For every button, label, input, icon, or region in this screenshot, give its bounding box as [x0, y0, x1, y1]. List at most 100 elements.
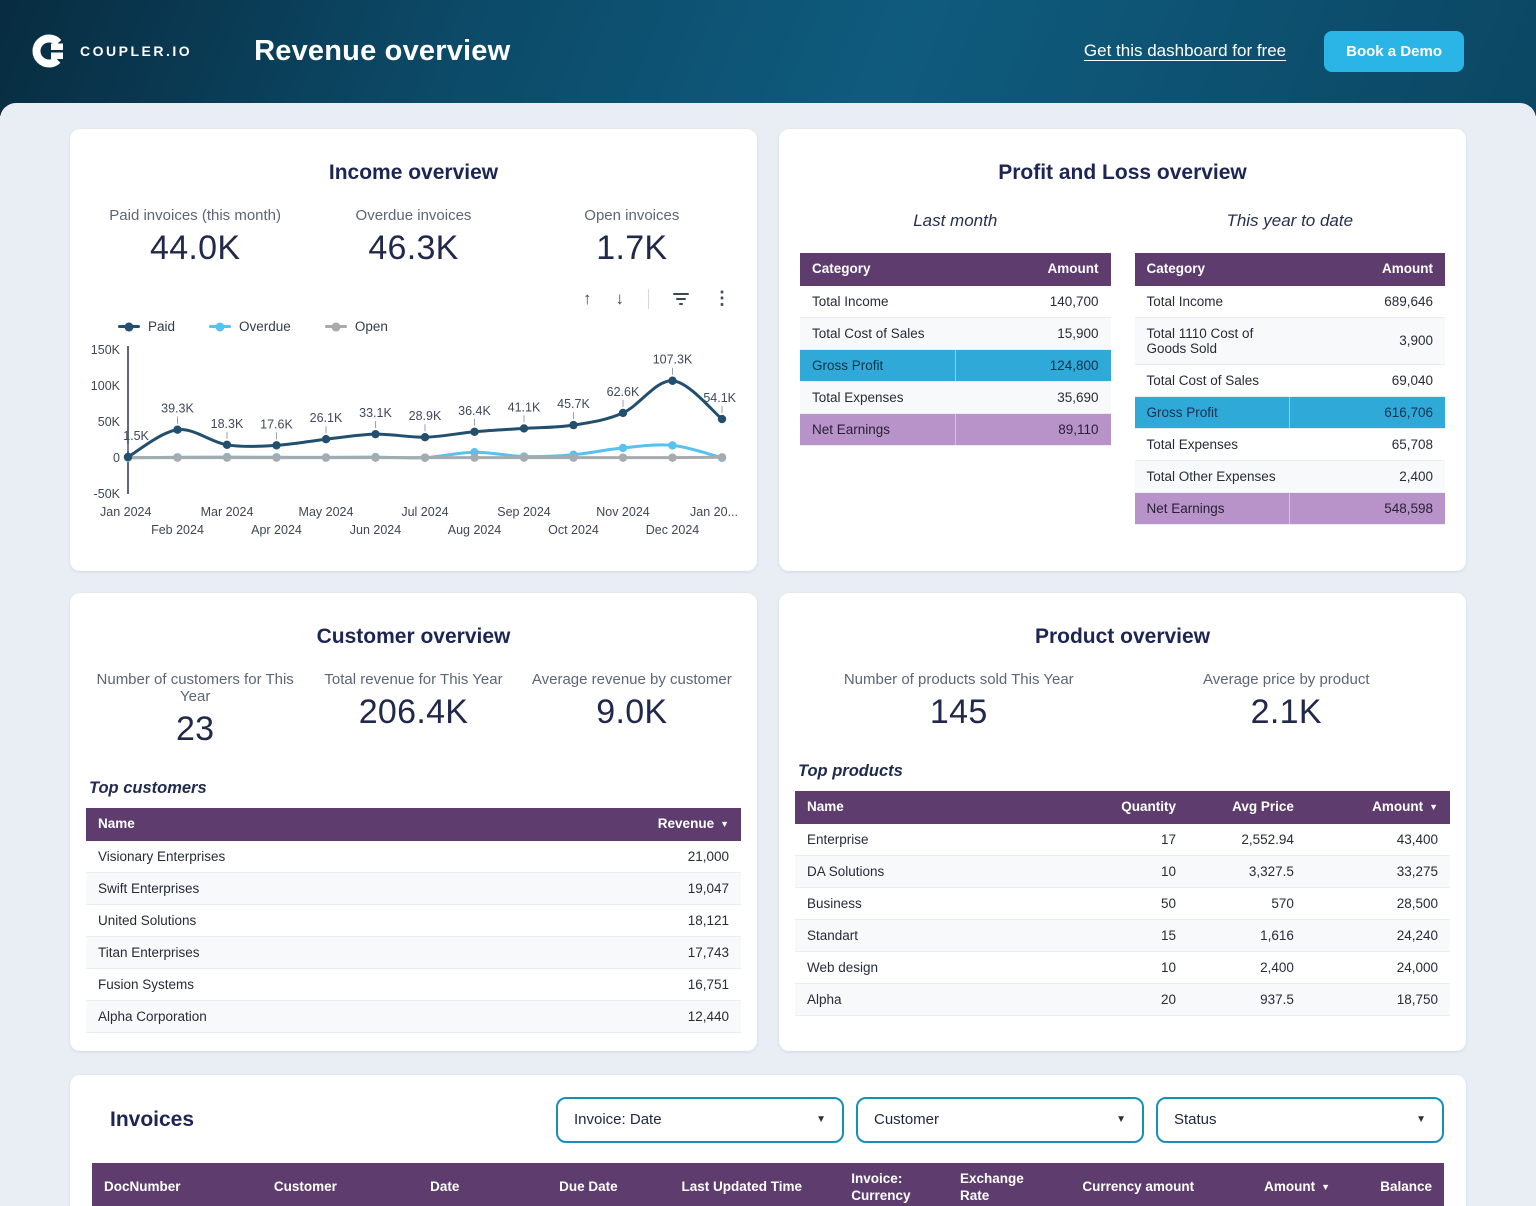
- table-cell: 10: [1083, 855, 1188, 888]
- table-row: Net Earnings 89,110: [800, 413, 1111, 446]
- svg-text:28.9K: 28.9K: [409, 409, 442, 423]
- table-cell: 124,800: [954, 349, 1111, 382]
- svg-text:Jan 2024: Jan 2024: [100, 505, 151, 519]
- products-quantity-header: Quantity: [1083, 791, 1188, 824]
- table-cell: 10: [1083, 951, 1188, 984]
- legend-marker: [118, 325, 140, 328]
- more-options-icon[interactable]: ⋮: [713, 288, 731, 309]
- table-cell: 35,690: [955, 381, 1111, 414]
- customer-filter[interactable]: Customer ▼: [856, 1096, 1144, 1143]
- svg-text:Sep 2024: Sep 2024: [497, 505, 551, 519]
- product-title: Product overview: [1034, 625, 1211, 648]
- svg-text:May 2024: May 2024: [299, 505, 354, 519]
- table-cell: Business: [795, 887, 1084, 920]
- coupler-logo[interactable]: COUPLER.IO: [30, 32, 192, 70]
- customer-overview-card: Customer overview Number of customers fo…: [70, 593, 757, 1051]
- svg-text:33.1K: 33.1K: [359, 406, 392, 420]
- table-cell: 16,751: [413, 968, 741, 1001]
- table-cell: 2,552.94: [1187, 823, 1306, 856]
- chart-legend: Paid Overdue Open: [118, 319, 741, 334]
- invoice-date-filter[interactable]: Invoice: Date ▼: [556, 1096, 844, 1143]
- table-row: Total Income 140,700: [800, 285, 1111, 318]
- table-cell: Total Expenses: [800, 381, 956, 414]
- customers-revenue-header[interactable]: Revenue ▼: [413, 808, 741, 841]
- table-cell: 570: [1187, 887, 1306, 920]
- svg-text:Feb 2024: Feb 2024: [151, 523, 204, 537]
- legend-label: Open: [354, 319, 388, 334]
- svg-text:Mar 2024: Mar 2024: [201, 505, 254, 519]
- logo-text: COUPLER.IO: [80, 43, 193, 59]
- table-cell: Gross Profit: [1134, 396, 1290, 429]
- table-cell: Total 1110 Cost of Goods Sold: [1134, 317, 1290, 365]
- table-cell: Net Earnings: [1134, 492, 1290, 525]
- kpi-total-revenue: Total revenue for This Year 206.4K: [324, 671, 503, 731]
- table-cell: 20: [1083, 983, 1188, 1016]
- income-overview-card: Income overview Paid invoices (this mont…: [70, 129, 757, 571]
- table-cell: United Solutions: [86, 904, 414, 937]
- table-row: Titan Enterprises 17,743: [86, 936, 741, 969]
- table-cell: 2,400: [1289, 460, 1445, 493]
- table-cell: Visionary Enterprises: [86, 840, 414, 873]
- legend-item-paid[interactable]: Paid: [118, 319, 175, 334]
- get-dashboard-link[interactable]: Get this dashboard for free: [1084, 41, 1286, 61]
- svg-text:54.1K: 54.1K: [703, 391, 736, 405]
- svg-text:18.3K: 18.3K: [211, 417, 244, 431]
- products-name-header: Name: [795, 791, 1084, 824]
- inv-amount-header[interactable]: Amount ▼: [1206, 1162, 1343, 1206]
- table-cell: 1,616: [1187, 919, 1306, 952]
- table-cell: 33,275: [1305, 855, 1450, 888]
- top-products-label: Top products: [798, 762, 903, 780]
- table-cell: Alpha: [795, 983, 1084, 1016]
- inv-date-header: Date: [418, 1162, 548, 1206]
- svg-text:-50K: -50K: [94, 487, 121, 501]
- sort-desc-icon: ▼: [1429, 802, 1438, 812]
- table-row: Enterprise 17 2,552.94 43,400: [795, 823, 1450, 856]
- kpi-open-invoices: Open invoices 1.7K: [584, 207, 680, 267]
- arrow-down-icon[interactable]: ↓: [616, 290, 625, 307]
- table-cell: Fusion Systems: [86, 968, 414, 1001]
- table-cell: Titan Enterprises: [86, 936, 414, 969]
- inv-updated-header: Last Updated Time: [669, 1162, 840, 1206]
- table-row: Net Earnings 548,598: [1134, 492, 1445, 525]
- table-cell: DA Solutions: [795, 855, 1084, 888]
- table-row: Visionary Enterprises 21,000: [86, 840, 741, 873]
- svg-text:Oct 2024: Oct 2024: [548, 523, 599, 537]
- dashboard-body: Income overview Paid invoices (this mont…: [0, 103, 1536, 1206]
- table-cell: 937.5: [1187, 983, 1306, 1016]
- table-row: Swift Enterprises 19,047: [86, 872, 741, 905]
- table-row: Total 1110 Cost of Goods Sold 3,900: [1134, 317, 1445, 365]
- legend-marker: [324, 325, 347, 328]
- table-cell: Total Expenses: [1134, 428, 1290, 461]
- table-cell: 15,900: [955, 317, 1111, 350]
- kpi-products-sold: Number of products sold This Year 145: [843, 671, 1074, 731]
- legend-item-overdue[interactable]: Overdue: [209, 319, 291, 334]
- table-row: Gross Profit 616,706: [1134, 396, 1445, 429]
- table-row: DA Solutions 10 3,327.5 33,275: [795, 855, 1450, 888]
- income-chart[interactable]: 150K 100K 50K 0 -50K Jan 2024 Feb 2024 Mar 2024…: [86, 336, 741, 553]
- table-cell: 89,110: [954, 413, 1111, 446]
- svg-text:Jun 2024: Jun 2024: [350, 523, 401, 537]
- legend-item-open[interactable]: Open: [324, 319, 388, 334]
- legend-label: Overdue: [239, 319, 291, 334]
- table-cell: 3,900: [1289, 317, 1445, 365]
- table-cell: 65,708: [1289, 428, 1445, 461]
- kpi-customer-count: Number of customers for This Year 23: [96, 671, 294, 748]
- products-amount-header[interactable]: Amount ▼: [1305, 791, 1450, 824]
- table-cell: Total Income: [1134, 285, 1290, 318]
- svg-text:50K: 50K: [98, 415, 121, 429]
- table-cell: 12,440: [413, 1000, 741, 1033]
- arrow-up-icon[interactable]: ↑: [583, 290, 592, 307]
- invoices-card: Invoices Invoice: Date ▼ Customer ▼ Stat…: [70, 1074, 1466, 1206]
- products-avgprice-header: Avg Price: [1187, 791, 1306, 824]
- table-row: Gross Profit 124,800: [800, 349, 1111, 382]
- app-header: COUPLER.IO Revenue overview Get this das…: [0, 0, 1536, 116]
- table-cell: 21,000: [413, 840, 741, 873]
- chevron-down-icon: ▼: [1116, 1114, 1126, 1126]
- svg-text:150K: 150K: [91, 343, 121, 357]
- pnl-year-to-date: This year to date Category Amount Total …: [1134, 205, 1445, 525]
- svg-text:0: 0: [113, 451, 120, 465]
- sort-desc-icon: ▼: [720, 819, 729, 829]
- status-filter[interactable]: Status ▼: [1156, 1096, 1444, 1143]
- filter-icon[interactable]: [673, 292, 689, 305]
- book-demo-button[interactable]: Book a Demo: [1324, 30, 1464, 72]
